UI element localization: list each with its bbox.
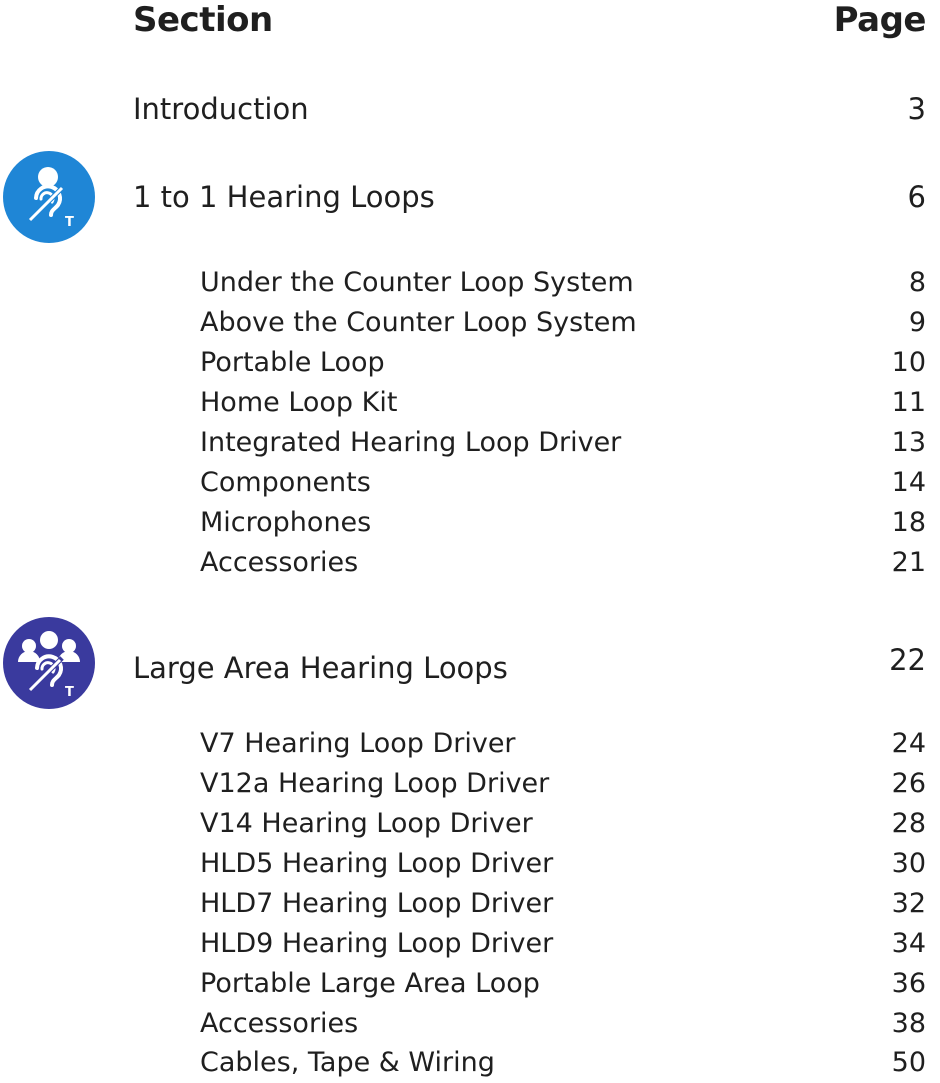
icon-letter: T xyxy=(65,215,74,230)
toc-label: 1 to 1 Hearing Loops xyxy=(133,180,435,214)
toc-row-large-area[interactable]: Large Area Hearing Loops 22 xyxy=(0,640,926,685)
toc-row-cables[interactable]: Cables, Tape & Wiring 50 xyxy=(0,1043,926,1083)
toc-page-number: 6 xyxy=(907,180,926,214)
toc-row-hld7[interactable]: HLD7 Hearing Loop Driver 32 xyxy=(0,884,926,924)
toc-label: Accessories xyxy=(200,1008,359,1039)
toc-label: HLD9 Hearing Loop Driver xyxy=(200,928,554,959)
toc-row-v14[interactable]: V14 Hearing Loop Driver 28 xyxy=(0,804,926,844)
toc-row-home-loop[interactable]: Home Loop Kit 11 xyxy=(0,383,926,423)
icon-letter: T xyxy=(65,685,74,700)
toc-row-accessories[interactable]: Accessories 21 xyxy=(0,543,926,583)
toc-label: Cables, Tape & Wiring xyxy=(200,1047,495,1078)
toc-label: Integrated Hearing Loop Driver xyxy=(200,427,622,458)
toc-row-hld9[interactable]: HLD9 Hearing Loop Driver 34 xyxy=(0,924,926,964)
toc-label: Introduction xyxy=(133,92,309,126)
toc-row-hld5[interactable]: HLD5 Hearing Loop Driver 30 xyxy=(0,844,926,884)
toc-row-under-counter[interactable]: Under the Counter Loop System 8 xyxy=(0,263,926,303)
section-column-header: Section xyxy=(133,0,273,40)
toc-row-above-counter[interactable]: Above the Counter Loop System 9 xyxy=(0,303,926,343)
toc-page-number: 38 xyxy=(891,1008,926,1039)
toc-label: V14 Hearing Loop Driver xyxy=(200,808,533,839)
toc-page-number: 26 xyxy=(891,768,926,799)
toc-label: Above the Counter Loop System xyxy=(200,307,637,338)
toc-row-accessories-2[interactable]: Accessories 38 xyxy=(0,1004,926,1044)
toc-page-number: 11 xyxy=(891,387,926,418)
toc-label: HLD7 Hearing Loop Driver xyxy=(200,888,554,919)
toc-row-integrated-driver[interactable]: Integrated Hearing Loop Driver 13 xyxy=(0,423,926,463)
toc-label: V12a Hearing Loop Driver xyxy=(200,768,550,799)
toc-page-number: 9 xyxy=(908,307,926,338)
toc-page-number: 10 xyxy=(891,347,926,378)
toc-label: Under the Counter Loop System xyxy=(200,267,634,298)
toc-page-number: 32 xyxy=(891,888,926,919)
toc-label: Portable Loop xyxy=(200,347,385,378)
toc-row-v7[interactable]: V7 Hearing Loop Driver 24 xyxy=(0,724,926,764)
toc-page-number: 24 xyxy=(891,728,926,759)
toc-row-v12a[interactable]: V12a Hearing Loop Driver 26 xyxy=(0,764,926,804)
toc-page-number: 13 xyxy=(891,427,926,458)
toc-label: Home Loop Kit xyxy=(200,387,398,418)
toc-row-components[interactable]: Components 14 xyxy=(0,463,926,503)
toc-label: Microphones xyxy=(200,507,372,538)
toc-page-number: 8 xyxy=(908,267,926,298)
toc-page-number: 18 xyxy=(891,507,926,538)
toc-page-number: 22 xyxy=(889,643,926,677)
toc-row-microphones[interactable]: Microphones 18 xyxy=(0,503,926,543)
toc-label: Large Area Hearing Loops xyxy=(133,651,508,685)
toc-label: Portable Large Area Loop xyxy=(200,968,540,999)
toc-label: HLD5 Hearing Loop Driver xyxy=(200,848,554,879)
toc-row-portable-loop[interactable]: Portable Loop 10 xyxy=(0,343,926,383)
toc-row-portable-large[interactable]: Portable Large Area Loop 36 xyxy=(0,964,926,1004)
page-column-header: Page xyxy=(833,0,927,40)
toc-row-introduction[interactable]: Introduction 3 xyxy=(0,89,926,129)
toc-row-one-to-one[interactable]: 1 to 1 Hearing Loops 6 xyxy=(0,177,926,217)
toc-page-number: 21 xyxy=(891,547,926,578)
toc-page-number: 50 xyxy=(891,1047,926,1078)
toc-label: V7 Hearing Loop Driver xyxy=(200,728,516,759)
toc-page-number: 34 xyxy=(891,928,926,959)
toc-page-number: 36 xyxy=(891,968,926,999)
toc-page-number: 14 xyxy=(891,467,926,498)
toc-page-number: 28 xyxy=(891,808,926,839)
toc-page-number: 3 xyxy=(907,92,926,126)
toc-label: Accessories xyxy=(200,547,359,578)
toc-label: Components xyxy=(200,467,371,498)
toc-page-number: 30 xyxy=(891,848,926,879)
